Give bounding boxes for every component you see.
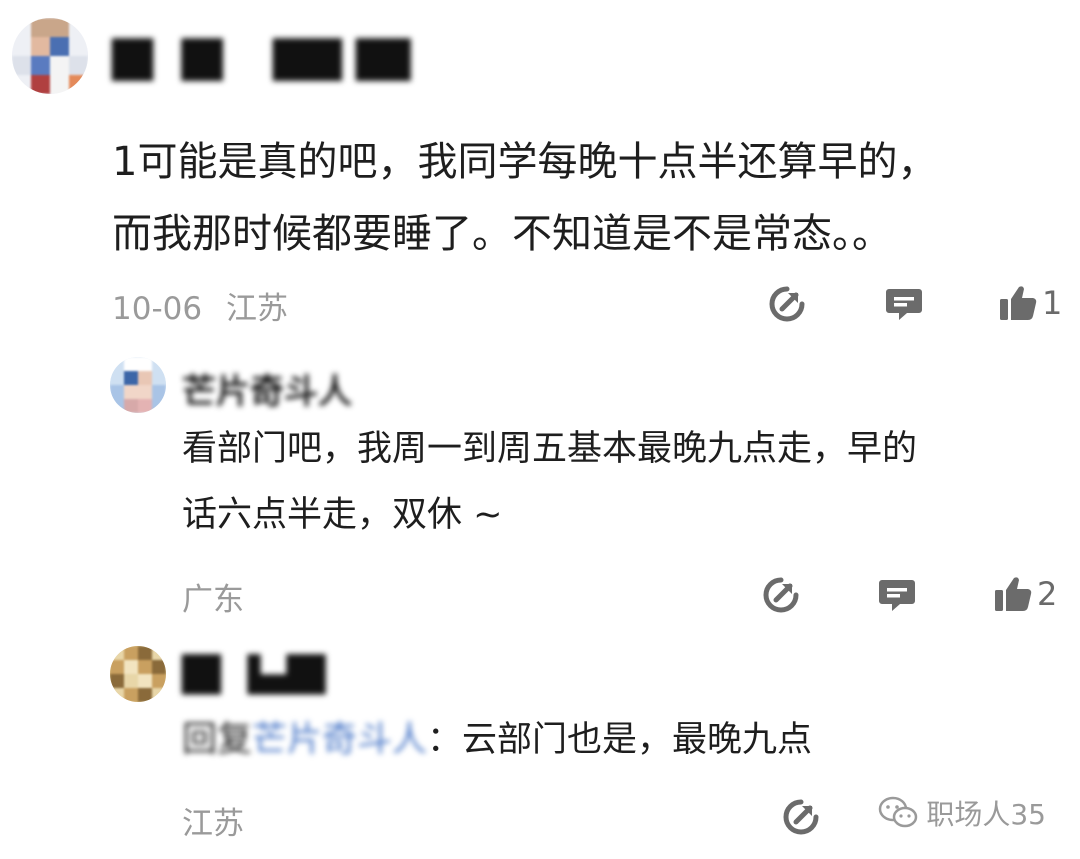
share-icon [783, 799, 819, 835]
share-button[interactable] [782, 798, 820, 836]
comment-meta: 江苏 [182, 798, 244, 843]
like-count: 2 [1037, 575, 1058, 613]
comment-icon [879, 580, 915, 611]
reply-button[interactable] [885, 286, 923, 322]
reply-prefix: 回复 [182, 720, 253, 760]
comment-text: 看部门吧，我周一到周五基本最晚九点走，早的 话六点半走，双休 ~ [182, 416, 917, 548]
comment-date: 10-06 [112, 291, 203, 327]
thumbs-up-icon [995, 577, 1032, 611]
avatar[interactable] [110, 646, 166, 702]
watermark: 职场人35 [878, 793, 1046, 833]
comment-location: 江苏 [182, 806, 244, 842]
share-button[interactable] [768, 285, 806, 323]
comment-text: 1可能是真的吧，我同学每晚十点半还算早的， 而我那时候都要睡了。不知道是不是常态… [112, 126, 937, 270]
comment-line: 而我那时候都要睡了。不知道是不是常态。。 [112, 211, 892, 257]
comment-location: 江苏 [225, 291, 288, 327]
like-button[interactable]: 2 [993, 575, 1057, 613]
watermark-text: 职场人35 [926, 798, 1046, 831]
avatar[interactable] [12, 18, 88, 94]
share-icon [769, 286, 805, 322]
wechat-icon [879, 796, 918, 828]
username[interactable]: █▌▐▄█▌ [182, 655, 339, 695]
mention-link[interactable]: 芒片奇斗人 [252, 720, 427, 760]
avatar[interactable] [110, 357, 166, 413]
share-button[interactable] [762, 576, 800, 614]
comment-line: 1可能是真的吧，我同学每晚十点半还算早的， [112, 139, 938, 185]
comment-icon [886, 289, 922, 320]
comment-line: ：云部门也是，最晚九点 [427, 720, 813, 760]
like-count: 1 [1042, 284, 1063, 322]
comment-line: 话六点半走，双休 ~ [182, 495, 503, 535]
share-icon [763, 577, 799, 613]
username[interactable]: █▌▐█ ▐██▐█▌ [112, 40, 425, 81]
reply-button[interactable] [878, 577, 916, 613]
username[interactable]: 芒片奇斗人 [182, 364, 352, 413]
comment-meta: 10-06 江苏 [112, 283, 288, 328]
comment-meta: 广东 [182, 574, 244, 619]
thumbs-up-icon [1000, 286, 1037, 320]
comment-line: 看部门吧，我周一到周五基本最晚九点走，早的 [182, 429, 918, 469]
like-button[interactable]: 1 [998, 284, 1062, 322]
comment-text: 回复芒片奇斗人：云部门也是，最晚九点 [182, 712, 812, 768]
comment-location: 广东 [182, 582, 244, 618]
